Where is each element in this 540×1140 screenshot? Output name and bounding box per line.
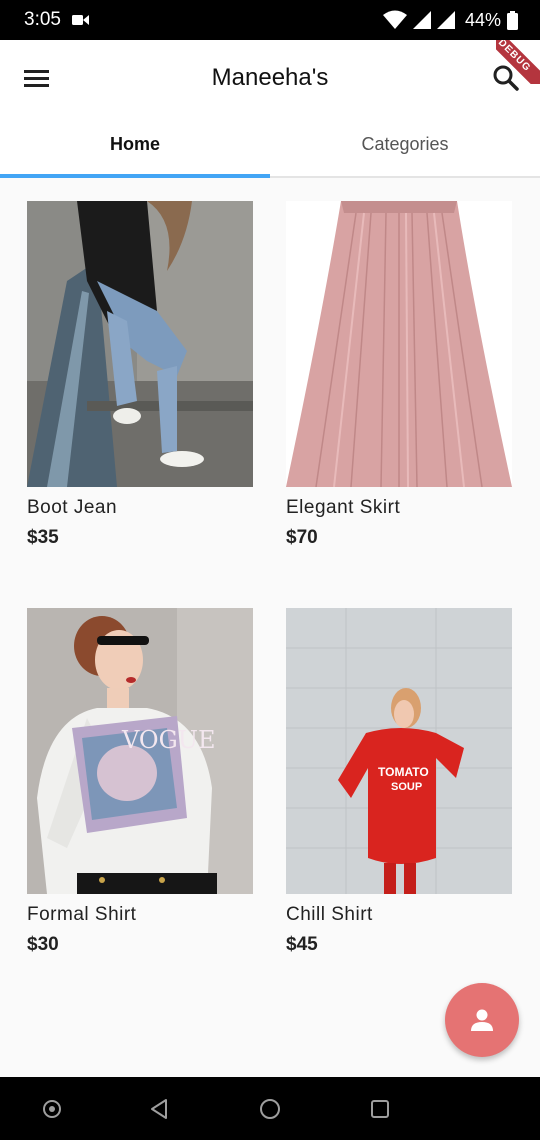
svg-text:SOUP: SOUP [391, 781, 422, 793]
recents-icon[interactable] [368, 1097, 392, 1121]
product-name: Chill Shirt [286, 904, 373, 925]
status-bar: 3:05 44% [0, 0, 540, 40]
red-sweatshirt-photo: TOMATO SOUP [286, 608, 512, 894]
home-icon[interactable] [258, 1097, 282, 1121]
product-price: $70 [286, 527, 318, 548]
white-shirt-photo: VOGUE [27, 608, 253, 894]
app-bar: Maneeha's [0, 40, 540, 116]
system-nav-bar [0, 1077, 540, 1140]
svg-text:TOMATO: TOMATO [378, 765, 429, 779]
signal-icon [412, 11, 431, 29]
signal-icon [436, 11, 455, 29]
product-card[interactable]: TOMATO SOUP Chill Shirt $45 [286, 608, 514, 956]
back-icon[interactable] [148, 1097, 172, 1121]
svg-text:VOGUE: VOGUE [121, 726, 216, 754]
wifi-icon [382, 10, 407, 29]
pink-skirt-photo [286, 201, 512, 487]
person-icon [471, 1009, 493, 1031]
app-title: Maneeha's [211, 64, 329, 91]
tab-home[interactable]: Home [0, 116, 270, 178]
product-card[interactable]: Elegant Skirt $70 [286, 201, 514, 549]
product-name: Elegant Skirt [286, 497, 401, 518]
status-icons: 44% [382, 8, 518, 32]
video-icon [72, 15, 89, 25]
woman-jeans-photo [27, 201, 253, 487]
product-card[interactable]: Boot Jean $35 [27, 201, 255, 549]
debug-banner: DEBUG [496, 40, 540, 84]
battery-icon [507, 10, 518, 30]
product-price: $45 [286, 934, 318, 955]
product-price: $35 [27, 527, 59, 548]
product-card[interactable]: VOGUE Formal Shirt $30 [27, 608, 255, 956]
product-name: Boot Jean [27, 497, 118, 518]
battery-percent: 44% [464, 9, 501, 30]
profile-fab-button[interactable] [445, 983, 519, 1057]
tab-bar: Home Categories [0, 116, 540, 178]
assistant-icon[interactable] [40, 1097, 64, 1121]
tab-categories[interactable]: Categories [270, 116, 540, 176]
product-price: $30 [27, 934, 59, 955]
status-time: 3:05 [24, 9, 61, 30]
debug-banner-label: DEBUG [496, 40, 540, 84]
product-name: Formal Shirt [27, 904, 137, 925]
